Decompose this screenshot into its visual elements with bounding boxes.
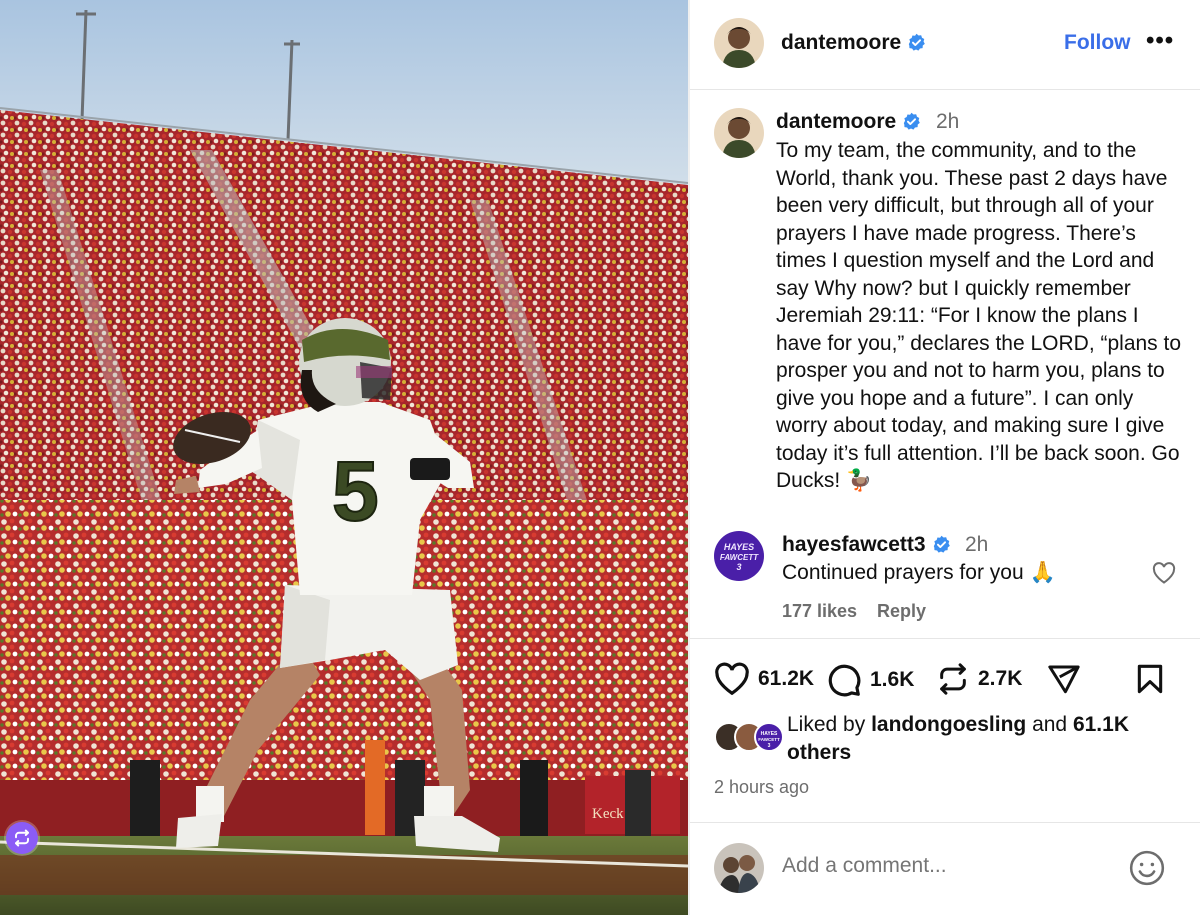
liked-by-count[interactable]: 61.1K [1073,713,1129,736]
post-time-ago: 2 hours ago [714,777,810,797]
liked-by-and: and [1026,713,1073,736]
repost-button[interactable]: 2.7K [936,662,1022,696]
follow-button[interactable]: Follow [1064,31,1131,55]
comment-timestamp: 2h [965,533,989,556]
liked-by-prefix: Liked by [787,713,872,736]
verified-badge-icon [909,33,925,51]
caption-username[interactable]: dantemoore [776,110,921,134]
svg-text:3: 3 [768,743,771,749]
comment-text: Continued prayers for you 🙏 [782,561,1056,584]
bookmark-icon [1137,664,1163,694]
comment-like-heart-icon[interactable] [1152,562,1176,589]
caption-username-text[interactable]: dantemoore [776,110,896,133]
liked-by-avatars[interactable]: HAYES FAWCETT 3 [714,722,786,754]
liked-by-others[interactable]: others [787,741,851,764]
caption-avatar[interactable] [714,108,764,158]
repost-icon [940,663,966,695]
viewer-avatar [714,843,764,893]
share-button[interactable] [1046,662,1082,696]
post-header: dantemoore Follow ••• [690,0,1200,90]
reposts-count: 2.7K [978,667,1023,690]
liker-avatar: HAYES FAWCETT 3 [754,722,784,752]
svg-text:3: 3 [736,562,741,572]
svg-text:FAWCETT: FAWCETT [720,553,759,562]
comment-bubble-icon [828,664,861,697]
svg-text:Keck: Keck [592,806,624,822]
author-avatar[interactable] [714,18,764,68]
comment-likes-count[interactable]: 177 likes [782,601,857,622]
svg-text:FAWCETT: FAWCETT [758,737,780,742]
section-divider [690,638,1200,639]
action-bar: 61.2K 1.6K 2.7K [714,662,1184,698]
comment-reply-button[interactable]: Reply [877,601,926,622]
commenter-username-text[interactable]: hayesfawcett3 [782,533,926,556]
verified-badge-icon [933,535,950,553]
save-button[interactable] [1134,662,1166,696]
verified-badge-icon [904,112,920,130]
liked-by-user[interactable]: landongoesling [871,713,1026,736]
author-username-text[interactable]: dantemoore [781,31,901,54]
liked-by-text: Liked by landongoesling and 61.1K others [787,711,1167,766]
commenter-avatar[interactable]: HAYES FAWCETT 3 [714,531,764,581]
emoji-icon[interactable] [1128,849,1166,892]
section-divider [690,822,1200,823]
likes-count: 61.2K [758,667,815,690]
jersey-number: 5 [332,444,379,538]
author-username[interactable]: dantemoore [781,31,926,55]
comments-count: 1.6K [870,668,915,691]
repost-badge-icon[interactable] [6,822,38,854]
post-photo[interactable]: Keck 5 [0,0,688,915]
heart-icon [715,662,749,696]
send-icon [1048,665,1080,694]
like-button[interactable]: 61.2K [714,662,814,696]
add-comment-input[interactable] [782,854,1112,878]
svg-text:HAYES: HAYES [724,542,754,552]
more-options-icon[interactable]: ••• [1146,27,1174,55]
post-panel: dantemoore Follow ••• dantemoore 2h To m… [690,0,1200,915]
caption-text: To my team, the community, and to the Wo… [776,139,1182,492]
commenter-username[interactable]: hayesfawcett3 [782,533,951,557]
caption-timestamp: 2h [936,110,960,133]
comment-button[interactable]: 1.6K [826,662,914,698]
